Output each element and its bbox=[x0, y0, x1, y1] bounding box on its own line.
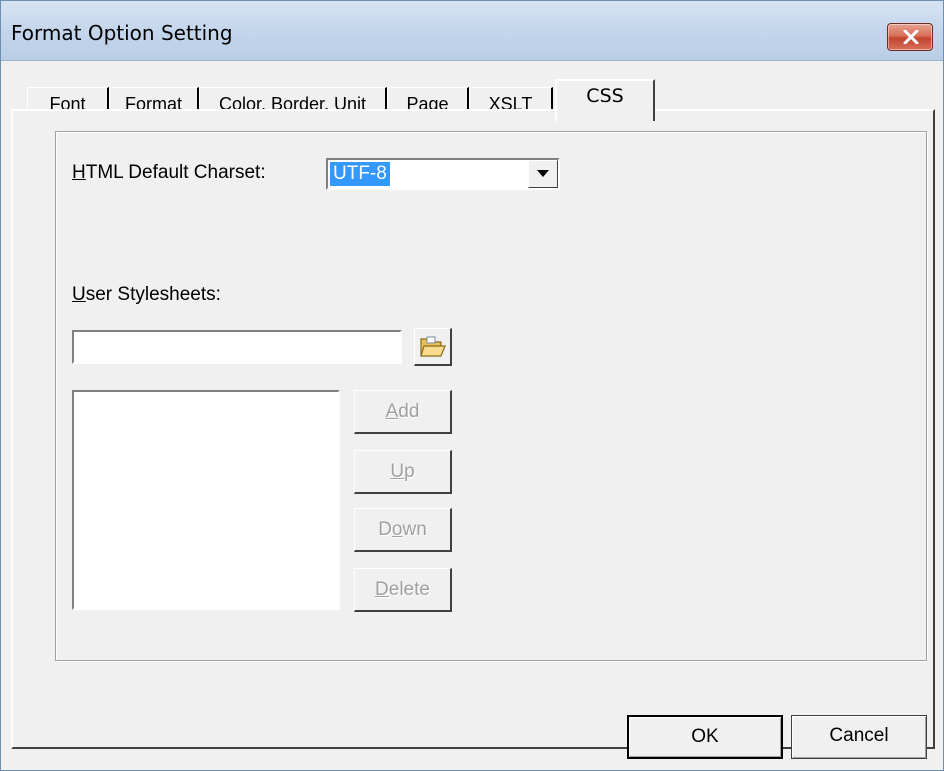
folder-open-icon bbox=[420, 336, 446, 357]
charset-selected-value: UTF-8 bbox=[330, 162, 390, 186]
ok-button[interactable]: OK bbox=[627, 715, 783, 759]
title-bar[interactable]: Format Option Setting bbox=[1, 1, 943, 61]
dialog-title: Format Option Setting bbox=[11, 21, 233, 45]
stylesheets-list[interactable] bbox=[72, 390, 340, 610]
dialog-client: Font Format Color, Border, Unit Page XSL… bbox=[11, 61, 935, 763]
close-icon bbox=[903, 30, 919, 44]
charset-dropdown-button[interactable] bbox=[528, 160, 558, 188]
delete-button[interactable]: Delete bbox=[354, 568, 452, 612]
charset-label: HTML Default Charset: bbox=[72, 162, 266, 183]
stylesheet-path-input[interactable] bbox=[72, 330, 402, 364]
add-button[interactable]: Add bbox=[354, 390, 452, 434]
dialog-window: Format Option Setting Font Format Color,… bbox=[0, 0, 944, 771]
cancel-button[interactable]: Cancel bbox=[791, 715, 927, 759]
move-down-button[interactable]: Down bbox=[354, 508, 452, 552]
chevron-down-icon bbox=[537, 170, 549, 177]
close-button[interactable] bbox=[887, 23, 933, 51]
tab-css[interactable]: CSS bbox=[555, 79, 655, 121]
user-stylesheets-label: User Stylesheets: bbox=[72, 284, 221, 305]
tab-strip: Font Format Color, Border, Unit Page XSL… bbox=[27, 73, 927, 121]
css-settings-group: HTML Default Charset: UTF-8 User Stylesh… bbox=[55, 131, 927, 661]
css-tab-panel: HTML Default Charset: UTF-8 User Stylesh… bbox=[11, 109, 935, 749]
browse-folder-button[interactable] bbox=[414, 328, 452, 366]
charset-select[interactable]: UTF-8 bbox=[326, 158, 560, 190]
move-up-button[interactable]: Up bbox=[354, 450, 452, 494]
